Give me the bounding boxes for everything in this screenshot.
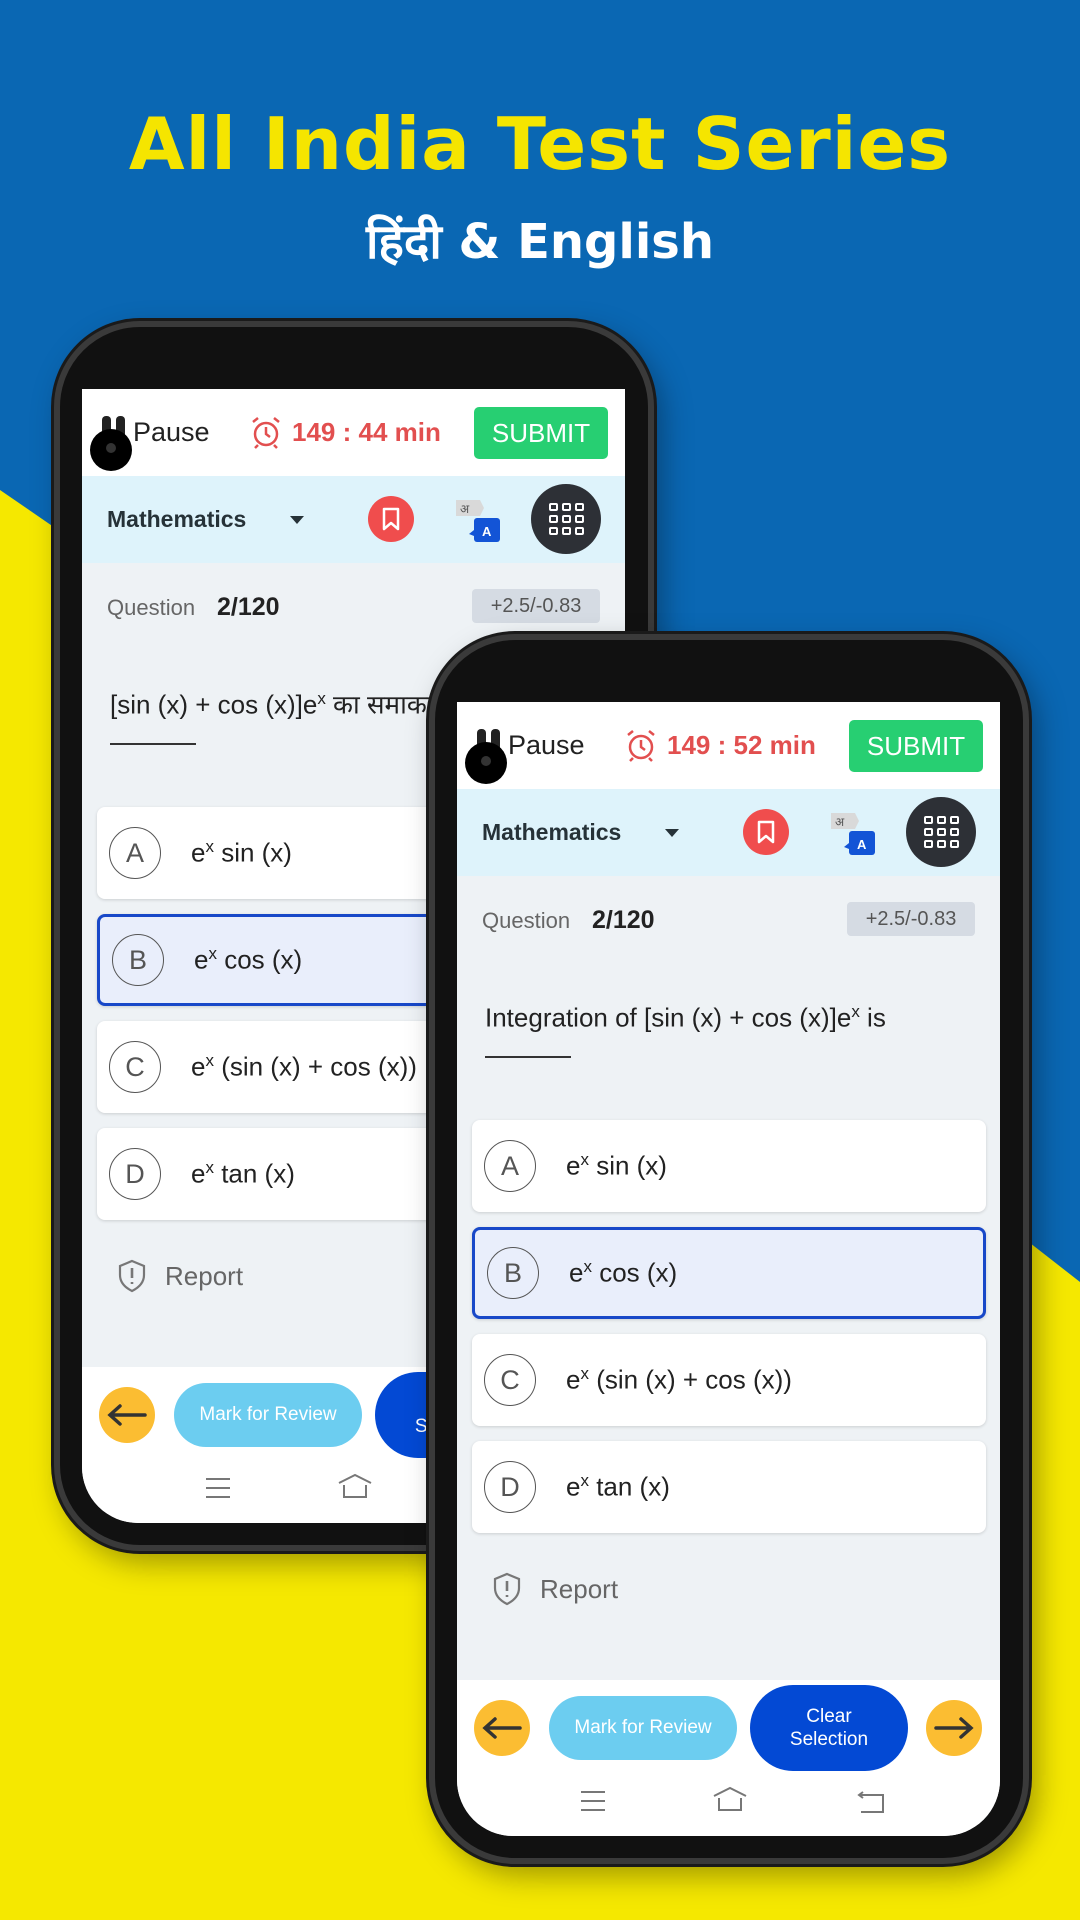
option-d[interactable]: D ex tan (x) <box>472 1441 986 1533</box>
marks-badge: +2.5/-0.83 <box>472 589 600 623</box>
previous-button[interactable] <box>99 1387 155 1443</box>
option-text: ex (sin (x) + cos (x)) <box>191 1051 417 1082</box>
question-number: 2/120 <box>217 593 280 621</box>
camera-icon <box>465 742 507 784</box>
svg-text:A: A <box>857 837 867 852</box>
next-button[interactable] <box>926 1700 982 1756</box>
bottom-bar: Mark for Review Clear Selection <box>457 1680 1000 1836</box>
option-letter: B <box>487 1247 539 1299</box>
back-icon[interactable] <box>857 1790 885 1814</box>
marks-badge: +2.5/-0.83 <box>847 902 975 936</box>
answer-blank <box>485 1055 571 1058</box>
svg-text:अ: अ <box>835 815 845 829</box>
timer: 149 : 52 min <box>625 728 816 762</box>
report-button[interactable]: Report <box>117 1259 243 1293</box>
header: Pause 149 : 44 min SUBMIT <box>82 389 625 476</box>
option-letter: D <box>484 1461 536 1513</box>
menu-icon[interactable] <box>205 1477 231 1499</box>
svg-text:A: A <box>482 524 492 539</box>
menu-icon[interactable] <box>580 1790 606 1812</box>
arrow-right-icon <box>934 1717 974 1739</box>
answer-blank <box>110 742 196 745</box>
subject-dropdown[interactable]: Mathematics <box>482 819 621 846</box>
option-letter: A <box>109 827 161 879</box>
bookmark-button[interactable] <box>743 809 789 855</box>
option-letter: A <box>484 1140 536 1192</box>
header: Pause 149 : 52 min SUBMIT <box>457 702 1000 789</box>
previous-button[interactable] <box>474 1700 530 1756</box>
promo-subtitle: हिंदी & English <box>365 214 715 270</box>
option-text: ex sin (x) <box>566 1150 667 1181</box>
option-c[interactable]: C ex (sin (x) + cos (x)) <box>472 1334 986 1426</box>
alarm-clock-icon <box>252 417 280 449</box>
timer-text: 149 : 52 min <box>667 729 816 760</box>
camera-icon <box>90 429 132 471</box>
clear-selection-button[interactable]: Clear Selection <box>750 1685 908 1771</box>
home-icon[interactable] <box>712 1786 748 1812</box>
option-a[interactable]: A ex sin (x) <box>472 1120 986 1212</box>
report-label: Report <box>165 1260 244 1291</box>
svg-text:अ: अ <box>460 502 470 516</box>
mark-for-review-button[interactable]: Mark for Review <box>174 1383 362 1447</box>
arrow-left-icon <box>482 1717 522 1739</box>
submit-button[interactable]: SUBMIT <box>849 720 983 772</box>
pause-label: Pause <box>508 729 585 760</box>
translate-icon[interactable]: अA <box>829 809 879 857</box>
question-text: Integration of [sin (x) + cos (x)]ex is <box>485 992 975 1058</box>
option-text: ex (sin (x) + cos (x)) <box>566 1364 792 1395</box>
report-button[interactable]: Report <box>492 1572 618 1606</box>
arrow-left-icon <box>107 1404 147 1426</box>
shield-alert-icon <box>493 1572 521 1606</box>
option-text: ex tan (x) <box>191 1158 295 1189</box>
pause-label: Pause <box>133 416 210 447</box>
timer: 149 : 44 min <box>250 415 441 449</box>
question-grid-button[interactable] <box>531 484 601 554</box>
question-info: Question 2/120 +2.5/-0.83 <box>107 589 600 625</box>
subject-bar: Mathematics अA <box>457 789 1000 876</box>
chevron-down-icon[interactable] <box>290 516 304 524</box>
subject-dropdown[interactable]: Mathematics <box>107 506 246 533</box>
question-grid-button[interactable] <box>906 797 976 867</box>
submit-button[interactable]: SUBMIT <box>474 407 608 459</box>
option-text: ex tan (x) <box>566 1471 670 1502</box>
bookmark-icon <box>382 507 400 531</box>
test-screen: Pause 149 : 52 min SUBMIT Mathematics अA… <box>457 702 1000 1836</box>
option-text: ex cos (x) <box>569 1257 678 1288</box>
option-letter: C <box>109 1041 161 1093</box>
bookmark-icon <box>757 820 775 844</box>
translate-icon[interactable]: अA <box>454 496 504 544</box>
phone-mockup: Pause 149 : 52 min SUBMIT Mathematics अA… <box>429 634 1029 1864</box>
option-letter: B <box>112 934 164 986</box>
option-b[interactable]: B ex cos (x) <box>472 1227 986 1319</box>
chevron-down-icon[interactable] <box>665 829 679 837</box>
shield-alert-icon <box>118 1259 146 1293</box>
report-label: Report <box>540 1573 619 1604</box>
option-text: ex cos (x) <box>194 944 303 975</box>
question-label: Question <box>482 908 571 933</box>
home-icon[interactable] <box>337 1473 373 1499</box>
subject-bar: Mathematics अA <box>82 476 625 563</box>
question-number: 2/120 <box>592 906 655 934</box>
promo-title: All India Test Series <box>128 102 952 186</box>
option-text: ex sin (x) <box>191 837 292 868</box>
mark-for-review-button[interactable]: Mark for Review <box>549 1696 737 1760</box>
alarm-clock-icon <box>627 730 655 762</box>
option-letter: C <box>484 1354 536 1406</box>
question-label: Question <box>107 595 196 620</box>
timer-text: 149 : 44 min <box>292 416 441 447</box>
bookmark-button[interactable] <box>368 496 414 542</box>
option-letter: D <box>109 1148 161 1200</box>
question-info: Question 2/120 +2.5/-0.83 <box>482 902 975 938</box>
